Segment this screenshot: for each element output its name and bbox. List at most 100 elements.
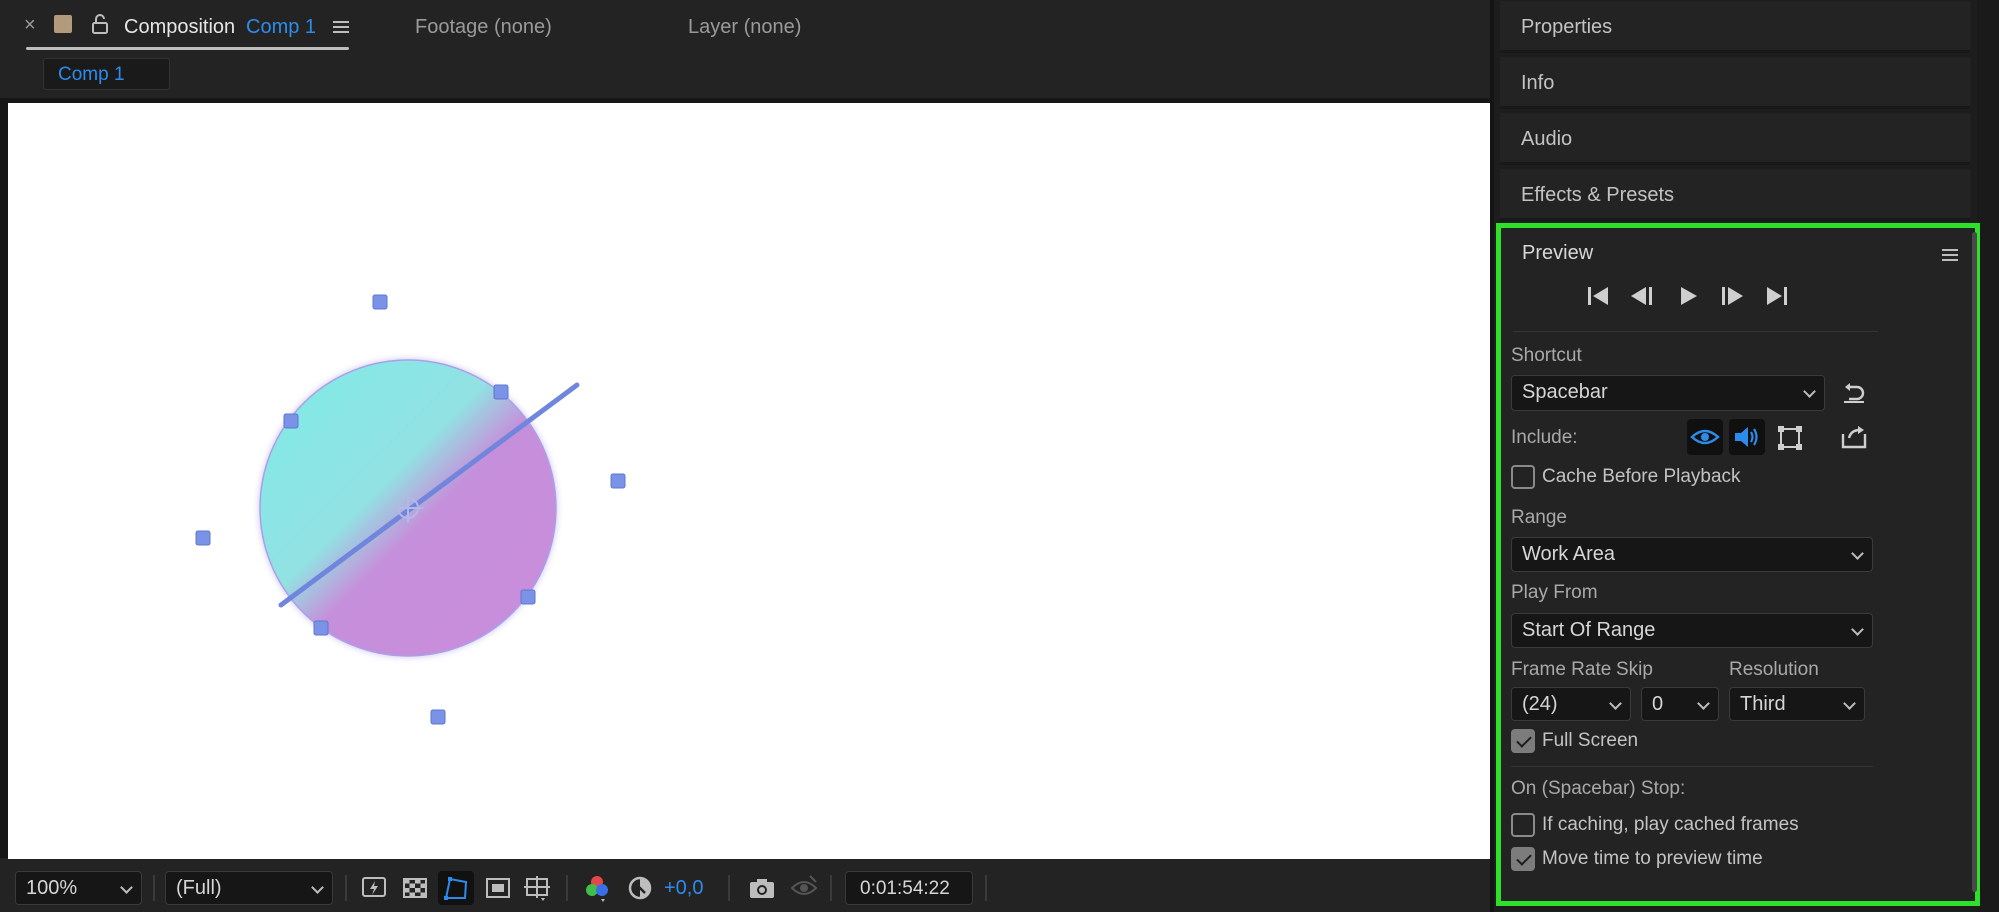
info-panel[interactable]: Info [1500, 57, 1970, 109]
next-frame-icon[interactable] [1719, 284, 1745, 308]
reset-exposure-icon[interactable] [626, 874, 654, 902]
lock-icon[interactable] [90, 13, 110, 35]
shortcut-dropdown[interactable]: Spacebar [1511, 375, 1825, 411]
resolution-label: Resolution [1729, 659, 1819, 680]
move-time-label[interactable]: Move time to preview time [1542, 848, 1763, 870]
footer-divider [153, 875, 155, 901]
speaker-icon [1735, 427, 1758, 447]
cache-before-playback-checkbox[interactable] [1511, 465, 1535, 489]
label-color-icon[interactable] [54, 15, 72, 33]
full-screen-checkbox[interactable] [1511, 729, 1535, 753]
properties-panel[interactable]: Properties [1500, 1, 1970, 53]
effects-presets-panel-title[interactable]: Effects & Presets [1521, 184, 1674, 207]
footer-divider [728, 875, 730, 901]
on-stop-label: On (Spacebar) Stop: [1511, 778, 1686, 799]
resolution-dropdown[interactable]: (Full) [165, 871, 333, 905]
active-tab-underline [26, 47, 349, 50]
footer-divider [985, 875, 987, 901]
play-icon[interactable] [1676, 284, 1700, 308]
panel-menu-icon[interactable] [332, 19, 350, 35]
effects-presets-panel[interactable]: Effects & Presets [1500, 169, 1970, 221]
chevron-down-icon [1609, 697, 1622, 710]
shortcut-label: Shortcut [1511, 345, 1582, 366]
properties-panel-title[interactable]: Properties [1521, 16, 1612, 39]
if-caching-checkbox[interactable] [1511, 813, 1535, 837]
chevron-down-icon [1803, 385, 1816, 398]
eye-icon [1690, 429, 1720, 445]
audio-panel[interactable]: Audio [1500, 113, 1970, 165]
skip-label: Skip [1616, 659, 1653, 680]
chevron-down-icon [1697, 697, 1710, 710]
include-overlays-icon[interactable] [1776, 424, 1804, 452]
preview-resolution-value: Third [1740, 693, 1786, 715]
footer-divider [830, 875, 832, 901]
snapshot-camera-icon[interactable] [748, 874, 776, 902]
right-scroll-gutter [1977, 0, 1999, 912]
previous-frame-icon[interactable] [1629, 284, 1655, 308]
include-audio-button[interactable] [1729, 419, 1765, 455]
close-icon[interactable]: × [24, 14, 36, 37]
exposure-value[interactable]: +0,0 [664, 877, 703, 900]
play-from-label: Play From [1511, 582, 1598, 603]
grid-guides-icon[interactable] [523, 874, 551, 902]
composition-canvas[interactable] [8, 103, 1490, 859]
range-label: Range [1511, 507, 1567, 528]
frame-rate-value: (24) [1522, 693, 1558, 715]
composition-subtab-bar [0, 56, 1494, 98]
tab-layer[interactable]: Layer (none) [688, 16, 801, 39]
panel-divider [1490, 0, 1494, 912]
frame-rate-dropdown[interactable]: (24) [1511, 687, 1631, 721]
full-screen-label[interactable]: Full Screen [1542, 730, 1638, 752]
info-panel-title[interactable]: Info [1521, 72, 1554, 95]
tab-footage[interactable]: Footage (none) [415, 16, 552, 39]
include-label: Include: [1511, 427, 1578, 448]
move-time-checkbox[interactable] [1511, 847, 1535, 871]
chevron-down-icon [120, 881, 133, 894]
footer-divider [566, 875, 568, 901]
composition-tab-comp-name[interactable]: Comp 1 [246, 16, 316, 39]
range-dropdown[interactable]: Work Area [1511, 537, 1873, 572]
include-video-button[interactable] [1687, 419, 1723, 455]
preview-scrollbar[interactable] [1972, 232, 1977, 892]
fast-previews-icon[interactable] [360, 874, 388, 902]
preview-panel: Preview Shortcut Spacebar Include: Cache… [1496, 223, 1980, 906]
panel-menu-icon[interactable] [1942, 248, 1958, 262]
skip-value: 0 [1652, 693, 1664, 715]
preview-divider [1511, 766, 1873, 767]
chevron-down-icon [311, 881, 324, 894]
mask-path-icon [444, 877, 468, 900]
footer-divider [345, 875, 347, 901]
preview-panel-title[interactable]: Preview [1522, 242, 1593, 265]
last-frame-icon[interactable] [1764, 284, 1790, 308]
reset-shortcut-icon[interactable] [1841, 381, 1867, 405]
chevron-down-icon [1843, 697, 1856, 710]
zoom-value: 100% [26, 877, 78, 899]
chevron-down-icon [1851, 547, 1864, 560]
export-external-icon[interactable] [1840, 424, 1868, 450]
resolution-value: (Full) [176, 877, 222, 899]
chevron-down-icon [1851, 623, 1864, 636]
region-of-interest-icon[interactable] [484, 874, 512, 902]
mask-visibility-button[interactable] [438, 871, 474, 905]
if-caching-label[interactable]: If caching, play cached frames [1542, 814, 1799, 836]
comp-subtab[interactable]: Comp 1 [43, 58, 170, 90]
play-from-value: Start Of Range [1522, 619, 1656, 641]
composition-tab-label[interactable]: Composition [124, 16, 235, 39]
audio-panel-title[interactable]: Audio [1521, 128, 1572, 151]
composition-tab-bar: × Composition Comp 1 Footage (none) Laye… [0, 0, 1494, 56]
color-channels-icon[interactable] [583, 874, 611, 902]
play-from-dropdown[interactable]: Start Of Range [1511, 613, 1873, 648]
frame-rate-label: Frame Rate [1511, 659, 1612, 680]
show-snapshot-icon[interactable] [790, 874, 818, 902]
composition-viewer[interactable] [8, 103, 1490, 859]
preview-resolution-dropdown[interactable]: Third [1729, 687, 1865, 721]
cache-before-playback-label[interactable]: Cache Before Playback [1542, 466, 1741, 488]
transparency-grid-icon[interactable] [401, 874, 429, 902]
preview-divider [1513, 331, 1878, 332]
current-time-display[interactable]: 0:01:54:22 [845, 871, 973, 905]
range-value: Work Area [1522, 543, 1615, 565]
zoom-dropdown[interactable]: 100% [15, 871, 142, 905]
first-frame-icon[interactable] [1585, 284, 1611, 308]
skip-dropdown[interactable]: 0 [1641, 687, 1719, 721]
shortcut-value: Spacebar [1522, 381, 1608, 403]
